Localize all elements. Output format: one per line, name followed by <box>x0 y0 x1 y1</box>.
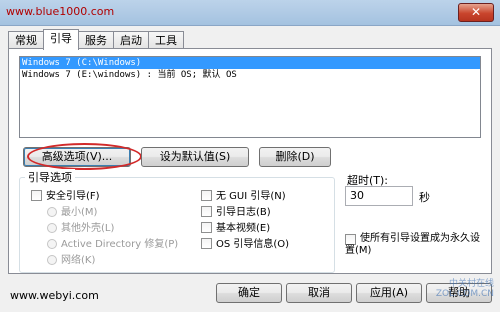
tab-general[interactable]: 常规 <box>8 31 44 49</box>
radio-circle <box>47 207 57 217</box>
checkbox-box <box>201 206 212 217</box>
watermark-bottom-right: 中关村在线 ZOL.COM.CN <box>436 279 494 299</box>
base-video-label: 基本视频(E) <box>216 223 271 234</box>
tab-startup[interactable]: 启动 <box>113 31 149 49</box>
network-label: 网络(K) <box>61 255 96 266</box>
radio-circle <box>47 223 57 233</box>
radio-circle <box>47 239 57 249</box>
title-watermark: www.blue1000.com <box>6 5 115 18</box>
safe-boot-label: 安全引导(F) <box>46 191 100 202</box>
make-permanent-label: 使所有引导设置成为永久设置(M) <box>345 233 480 256</box>
alternate-shell-radio[interactable]: 其他外壳(L) <box>47 222 114 236</box>
watermark-line: 中关村在线 <box>448 279 494 289</box>
checkbox-box <box>201 238 212 249</box>
tab-boot[interactable]: 引导 <box>43 29 79 50</box>
os-list[interactable]: Windows 7 (C:\Windows) Windows 7 (E:\win… <box>19 56 481 138</box>
minimal-label: 最小(M) <box>61 207 98 218</box>
network-radio[interactable]: 网络(K) <box>47 254 95 268</box>
active-directory-label: Active Directory 修复(P) <box>61 239 179 250</box>
tab-services[interactable]: 服务 <box>78 31 114 49</box>
minimal-radio[interactable]: 最小(M) <box>47 206 97 220</box>
cancel-button[interactable]: 取消 <box>286 283 352 303</box>
ok-button[interactable]: 确定 <box>216 283 282 303</box>
checkbox-box <box>345 234 356 245</box>
close-button[interactable]: ✕ <box>458 3 494 22</box>
boot-log-checkbox[interactable]: 引导日志(B) <box>201 206 271 220</box>
base-video-checkbox[interactable]: 基本视频(E) <box>201 222 270 236</box>
boot-tab-page: Windows 7 (C:\Windows) Windows 7 (E:\win… <box>8 48 492 274</box>
watermark-line: ZOL.COM.CN <box>435 289 494 299</box>
set-default-button[interactable]: 设为默认值(S) <box>141 147 249 167</box>
os-boot-info-checkbox[interactable]: OS 引导信息(O) <box>201 238 289 252</box>
active-directory-radio[interactable]: Active Directory 修复(P) <box>47 238 178 252</box>
os-list-item[interactable]: Windows 7 (E:\windows) : 当前 OS; 默认 OS <box>20 69 480 81</box>
os-list-item[interactable]: Windows 7 (C:\Windows) <box>20 57 480 69</box>
no-gui-label: 无 GUI 引导(N) <box>216 191 286 202</box>
checkbox-box <box>31 190 42 201</box>
make-permanent-checkbox[interactable]: 使所有引导设置成为永久设置(M) <box>345 233 485 257</box>
tab-tools[interactable]: 工具 <box>148 31 184 49</box>
checkbox-box <box>201 190 212 201</box>
delete-button[interactable]: 删除(D) <box>259 147 331 167</box>
no-gui-checkbox[interactable]: 无 GUI 引导(N) <box>201 190 286 204</box>
os-boot-info-label: OS 引导信息(O) <box>216 239 290 250</box>
timeout-input[interactable]: 30 <box>345 186 413 206</box>
title-bar: www.blue1000.com ✕ <box>0 0 500 26</box>
tab-strip: 常规 引导 服务 启动 工具 <box>8 29 184 50</box>
alternate-shell-label: 其他外壳(L) <box>61 223 115 234</box>
timeout-unit: 秒 <box>419 191 430 204</box>
apply-button[interactable]: 应用(A) <box>356 283 422 303</box>
boot-log-label: 引导日志(B) <box>216 207 271 218</box>
close-icon: ✕ <box>470 5 482 19</box>
highlight-ring <box>27 143 142 170</box>
radio-circle <box>47 255 57 265</box>
checkbox-box <box>201 222 212 233</box>
boot-options-title: 引导选项 <box>25 169 75 185</box>
safe-boot-checkbox[interactable]: 安全引导(F) <box>31 190 100 204</box>
watermark-bottom-left: www.webyi.com <box>10 289 99 302</box>
